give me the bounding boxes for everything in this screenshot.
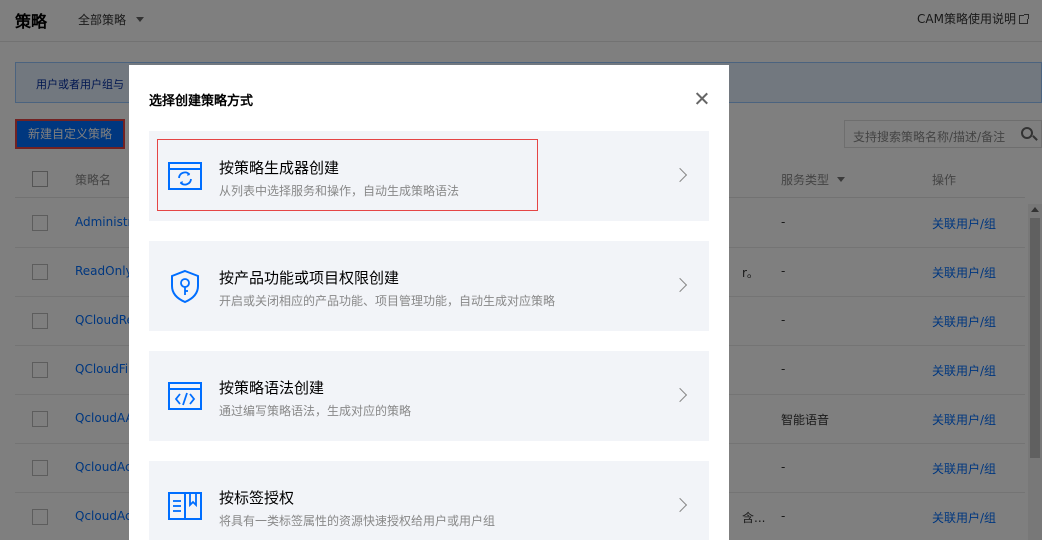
option-policy-generator[interactable]: 按策略生成器创建 从列表中选择服务和操作，自动生成策略语法	[149, 131, 709, 221]
tag-book-icon	[167, 488, 203, 524]
option-title: 按策略语法创建	[219, 379, 325, 397]
close-icon[interactable]	[695, 92, 709, 106]
create-policy-modal: 选择创建策略方式 按策略生成器创建 从列表中选择服务和操作，自动生成策略语法 按…	[129, 65, 729, 540]
code-window-icon	[167, 378, 203, 414]
option-desc: 通过编写策略语法，生成对应的策略	[219, 404, 412, 418]
policy-generator-icon	[167, 158, 203, 194]
option-tag-authorization[interactable]: 按标签授权 将具有一类标签属性的资源快速授权给用户或用户组	[149, 461, 709, 540]
shield-key-icon	[167, 268, 203, 304]
option-product-permission[interactable]: 按产品功能或项目权限创建 开启或关闭相应的产品功能、项目管理功能，自动生成对应策…	[149, 241, 709, 331]
modal-title: 选择创建策略方式	[149, 94, 254, 109]
option-policy-syntax[interactable]: 按策略语法创建 通过编写策略语法，生成对应的策略	[149, 351, 709, 441]
option-desc: 从列表中选择服务和操作，自动生成策略语法	[219, 184, 460, 198]
option-desc: 将具有一类标签属性的资源快速授权给用户或用户组	[219, 514, 496, 528]
option-title: 按标签授权	[219, 489, 295, 507]
chevron-right-icon	[672, 387, 688, 403]
chevron-right-icon	[672, 497, 688, 513]
option-title: 按产品功能或项目权限创建	[219, 269, 400, 287]
option-desc: 开启或关闭相应的产品功能、项目管理功能，自动生成对应策略	[219, 294, 556, 308]
option-title: 按策略生成器创建	[219, 159, 340, 177]
highlight-box	[157, 139, 538, 211]
chevron-right-icon	[672, 277, 688, 293]
chevron-right-icon	[672, 167, 688, 183]
